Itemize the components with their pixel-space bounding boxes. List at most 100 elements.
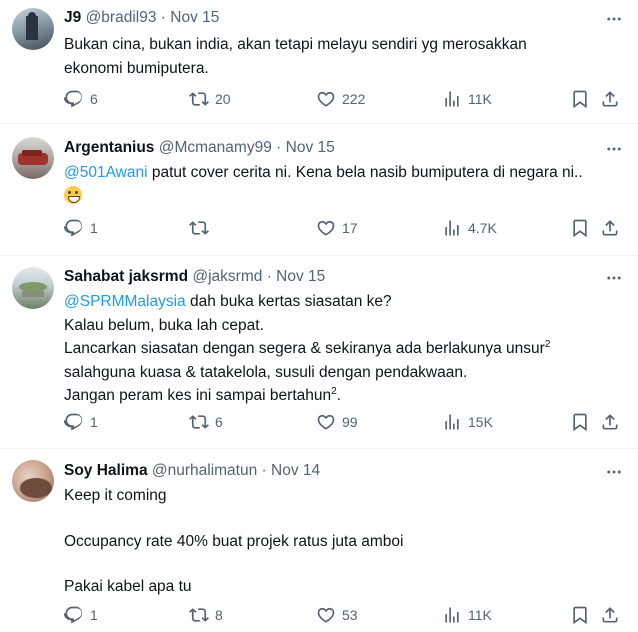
separator: ·: [160, 9, 166, 26]
tweet-line-3: Pakai kabel apa tu: [64, 578, 192, 595]
retweet-button[interactable]: 20: [189, 87, 231, 111]
tweet-3[interactable]: Sahabat jaksrmd @jaksrmd · Nov 15 @SPRMM…: [0, 257, 638, 449]
bookmark-icon: [570, 605, 590, 625]
retweet-icon: [189, 218, 209, 238]
reply-button[interactable]: 1: [64, 216, 98, 240]
more-options-icon[interactable]: [604, 268, 624, 288]
tweet-line-4: salahguna kuasa & tatakelola, susuli den…: [64, 363, 468, 381]
views-button[interactable]: 4.7K: [442, 216, 497, 240]
author-handle[interactable]: @bradil93: [86, 9, 157, 26]
retweet-icon: [189, 89, 209, 109]
avatar[interactable]: [12, 460, 54, 502]
tweet-line-5-end: .: [336, 387, 341, 404]
share-icon: [600, 412, 620, 432]
author-handle[interactable]: @jaksrmd: [192, 268, 262, 285]
like-button[interactable]: 222: [316, 87, 365, 111]
like-button[interactable]: 99: [316, 410, 358, 434]
author-handle[interactable]: @nurhalimatun: [152, 462, 257, 479]
mention-link[interactable]: @SPRMMalaysia: [64, 293, 186, 310]
views-count: 11K: [468, 607, 492, 623]
author-handle[interactable]: @Mcmanamy99: [159, 139, 272, 156]
retweet-icon: [189, 412, 209, 432]
bookmark-button[interactable]: [570, 216, 590, 240]
tweet-text-content: patut cover cerita ni. Kena bela nasib b…: [147, 164, 583, 181]
tweet-line-2: Kalau belum, buka lah cepat.: [64, 316, 264, 334]
like-icon: [316, 218, 336, 238]
like-button[interactable]: 53: [316, 603, 358, 627]
tweet-line-1: Keep it coming: [64, 487, 167, 504]
retweet-button[interactable]: [189, 216, 215, 240]
avatar[interactable]: [12, 8, 54, 50]
bookmark-icon: [570, 89, 590, 109]
views-button[interactable]: 11K: [442, 87, 492, 111]
like-button[interactable]: 17: [316, 216, 358, 240]
author-name[interactable]: Sahabat jaksrmd: [64, 268, 188, 285]
retweet-button[interactable]: 8: [189, 603, 223, 627]
views-icon: [442, 218, 462, 238]
more-options-icon[interactable]: [604, 462, 624, 482]
more-options-icon[interactable]: [604, 9, 624, 29]
tweet-text: @SPRMMalaysia dah buka kertas siasatan k…: [64, 290, 618, 408]
bookmark-button[interactable]: [570, 603, 590, 627]
views-button[interactable]: 11K: [442, 603, 492, 627]
share-icon: [600, 218, 620, 238]
timestamp[interactable]: Nov 14: [271, 462, 320, 479]
retweet-count: 8: [215, 607, 223, 623]
reply-count: 1: [90, 220, 98, 236]
tweet-2[interactable]: Argentanius @Mcmanamy99 · Nov 15 @501Awa…: [0, 125, 638, 256]
retweet-button[interactable]: 6: [189, 410, 223, 434]
superscript: 2: [544, 338, 551, 350]
views-icon: [442, 605, 462, 625]
retweet-count: 6: [215, 414, 223, 430]
author-name[interactable]: Argentanius: [64, 139, 154, 156]
author-name[interactable]: Soy Halima: [64, 462, 148, 479]
like-count: 99: [342, 414, 358, 430]
tweet-1[interactable]: J9 @bradil93 · Nov 15 Bukan cina, bukan …: [0, 0, 638, 124]
grinning-face-emoji: [64, 185, 82, 204]
tweet-line-1: dah buka kertas siasatan ke?: [185, 293, 392, 310]
author-name[interactable]: J9: [64, 9, 81, 26]
share-button[interactable]: [600, 87, 620, 111]
like-icon: [316, 412, 336, 432]
more-options-icon[interactable]: [604, 139, 624, 159]
reply-button[interactable]: 6: [64, 87, 98, 111]
bookmark-icon: [570, 218, 590, 238]
reply-icon: [64, 412, 84, 432]
reply-button[interactable]: 1: [64, 603, 98, 627]
timestamp[interactable]: Nov 15: [276, 268, 325, 285]
timestamp[interactable]: Nov 15: [286, 139, 335, 156]
share-button[interactable]: [600, 410, 620, 434]
tweet-text: Bukan cina, bukan india, akan tetapi mel…: [64, 36, 527, 77]
tweet-line-2: Occupancy rate 40% buat projek ratus jut…: [64, 532, 404, 550]
timestamp[interactable]: Nov 15: [170, 9, 219, 26]
avatar[interactable]: [12, 137, 54, 179]
tweet-4[interactable]: Soy Halima @nurhalimatun · Nov 14 Keep i…: [0, 450, 638, 632]
separator: ·: [276, 139, 282, 156]
share-icon: [600, 89, 620, 109]
avatar[interactable]: [12, 267, 54, 309]
bookmark-icon: [570, 412, 590, 432]
like-icon: [316, 89, 336, 109]
views-icon: [442, 412, 462, 432]
share-button[interactable]: [600, 603, 620, 627]
tweet-line-5: Jangan peram kes ini sampai bertahun: [64, 387, 332, 404]
views-icon: [442, 89, 462, 109]
mention-link[interactable]: @501Awani: [64, 164, 148, 181]
share-button[interactable]: [600, 216, 620, 240]
like-count: 17: [342, 220, 358, 236]
like-count: 53: [342, 607, 358, 623]
reply-count: 1: [90, 607, 98, 623]
reply-icon: [64, 89, 84, 109]
like-icon: [316, 605, 336, 625]
share-icon: [600, 605, 620, 625]
bookmark-button[interactable]: [570, 87, 590, 111]
separator: ·: [261, 462, 267, 479]
retweet-icon: [189, 605, 209, 625]
reply-icon: [64, 218, 84, 238]
bookmark-button[interactable]: [570, 410, 590, 434]
tweet-line-3: Lancarkan siasatan dengan segera & sekir…: [64, 340, 545, 357]
views-button[interactable]: 15K: [442, 410, 493, 434]
views-count: 4.7K: [468, 220, 497, 236]
like-count: 222: [342, 91, 366, 107]
reply-button[interactable]: 1: [64, 410, 98, 434]
